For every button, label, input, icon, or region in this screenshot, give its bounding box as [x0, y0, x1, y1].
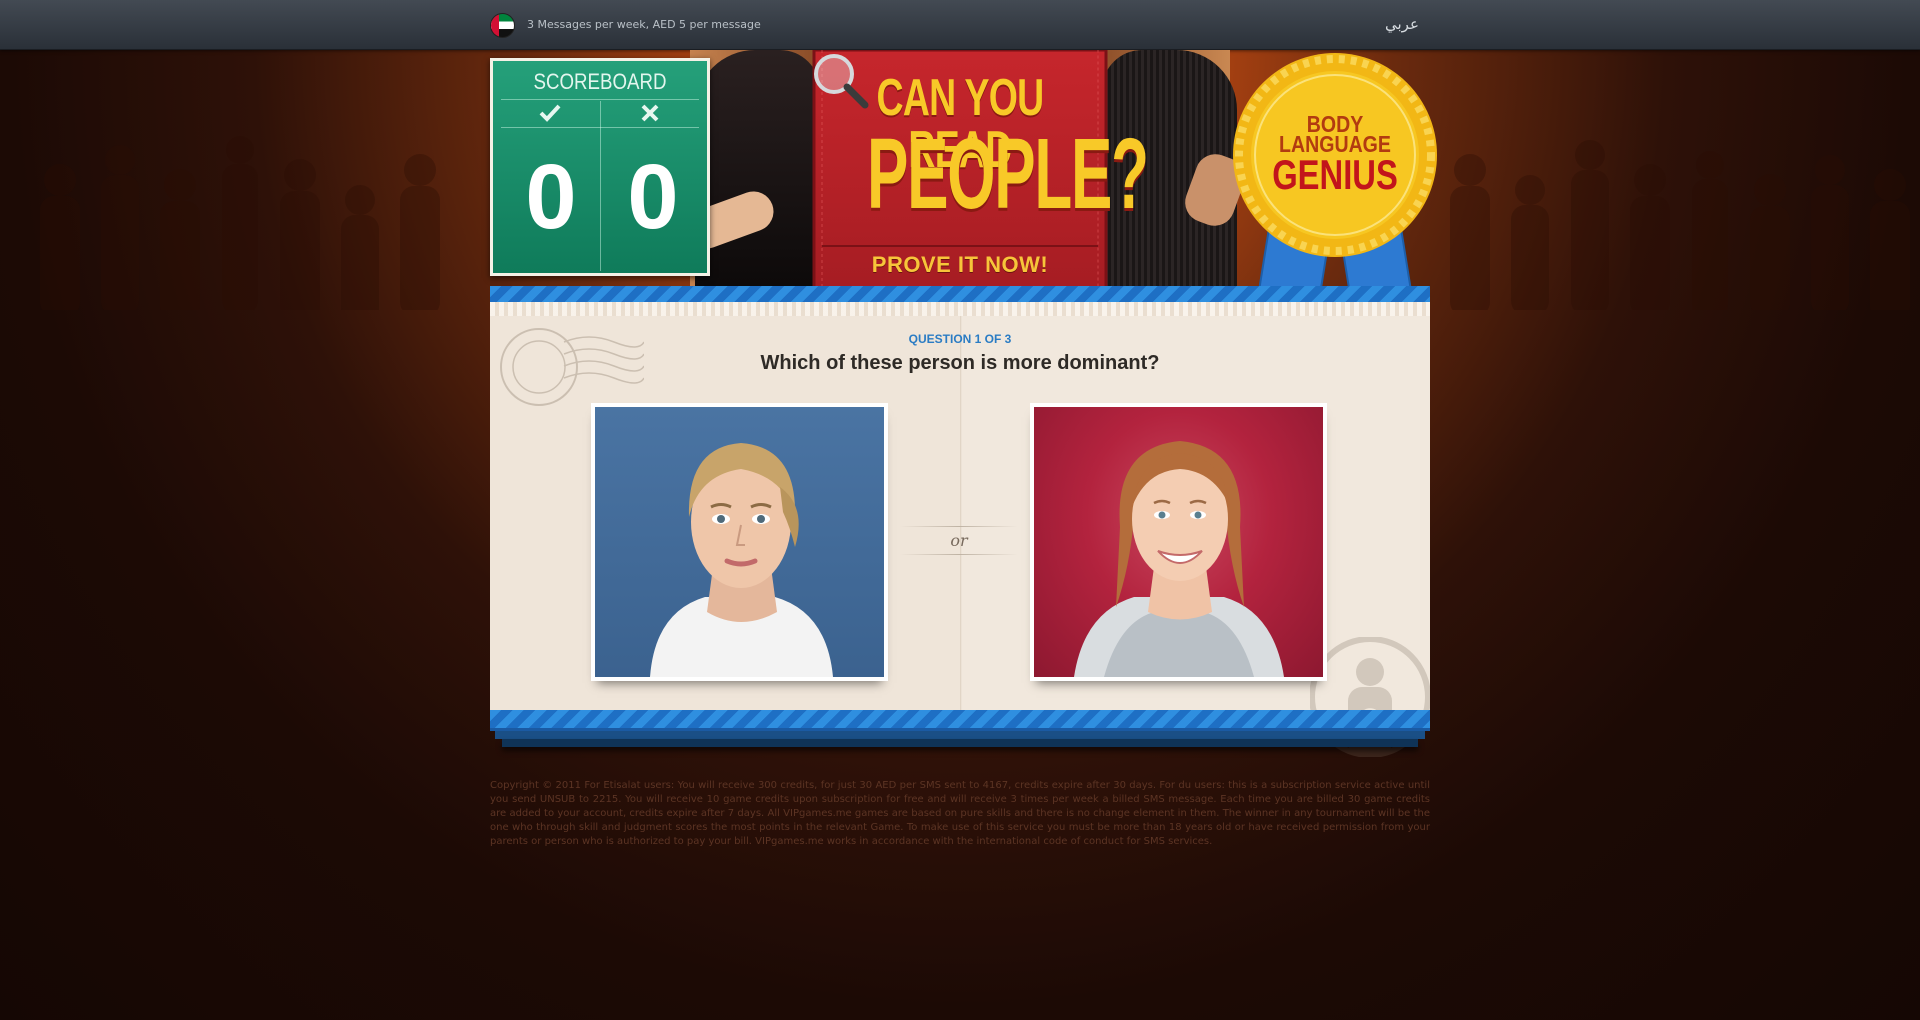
pricing-notice: 3 Messages per week, AED 5 per message	[527, 18, 761, 31]
language-switch-link[interactable]: عربي	[1385, 15, 1419, 33]
top-bar: 3 Messages per week, AED 5 per message ع…	[0, 0, 1920, 50]
portrait-redhead-smiling-icon	[1034, 407, 1323, 677]
blue-stripe-top	[490, 286, 1430, 302]
hero-person-left	[695, 50, 820, 286]
wrong-score: 0	[627, 146, 679, 248]
question-counter: QUESTION 1 OF 3	[908, 332, 1012, 346]
or-separator: or	[900, 526, 1018, 556]
scoreboard-divider	[600, 101, 601, 271]
scoreboard-title: SCOREBOARD	[533, 69, 667, 94]
uae-flag-icon	[490, 13, 515, 38]
badge-text-line1: BODY LANGUAGE	[1246, 113, 1425, 156]
portrait-blonde-serious-icon	[595, 407, 884, 677]
scoreboard: SCOREBOARD 0 0	[490, 58, 710, 276]
or-line-top	[900, 526, 1018, 527]
stripe-shadow	[502, 739, 1418, 747]
correct-score: 0	[525, 146, 577, 248]
banner-headline-line2: PEOPLE?	[867, 118, 1149, 230]
blue-stripe-bottom	[490, 710, 1430, 728]
scoreboard-divider	[501, 99, 699, 100]
or-line-bottom	[900, 554, 1018, 555]
answer-option-a[interactable]	[591, 403, 888, 681]
checkmark-icon	[535, 103, 565, 127]
legal-footer: Copyright © 2011 For Etisalat users: You…	[490, 780, 1430, 847]
magnifier-icon	[814, 54, 869, 109]
badge-text-line2: GENIUS	[1272, 151, 1398, 198]
or-label: or	[950, 531, 968, 550]
question-text: Which of these person is more dominant?	[760, 352, 1160, 374]
cross-icon	[635, 103, 665, 127]
paper-torn-edge	[490, 302, 1430, 316]
stripe-shadow	[495, 731, 1425, 739]
prove-it-now-button[interactable]: PROVE IT NOW!	[810, 252, 1110, 278]
answer-option-b[interactable]	[1030, 403, 1327, 681]
